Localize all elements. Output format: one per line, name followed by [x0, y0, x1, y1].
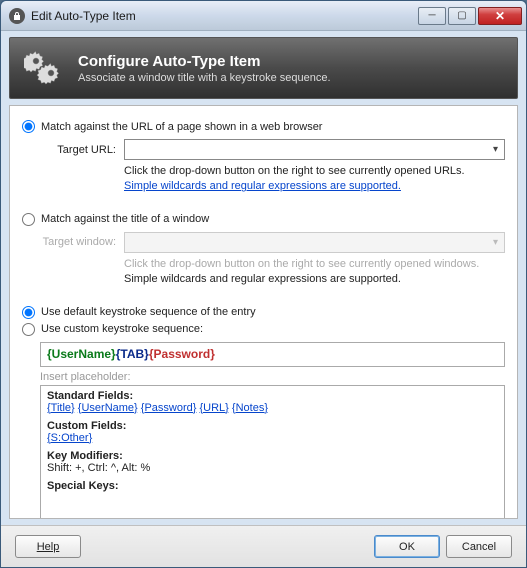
target-url-field-label: Target URL:	[40, 144, 116, 156]
maximize-button[interactable]: ▢	[448, 7, 476, 25]
default-sequence-label: Use default keystroke sequence of the en…	[41, 306, 256, 318]
placeholder-s-other[interactable]: {S:Other}	[47, 432, 92, 444]
titlebar[interactable]: Edit Auto-Type Item ─ ▢ ✕	[1, 1, 526, 31]
button-bar: Help OK Cancel	[1, 525, 526, 567]
placeholder-scroll[interactable]: Standard Fields: {Title} {UserName} {Pas…	[41, 386, 504, 519]
default-sequence-radio[interactable]	[22, 306, 35, 319]
help-button[interactable]: Help	[15, 535, 81, 558]
dialog-window: Edit Auto-Type Item ─ ▢ ✕ Configure Auto…	[0, 0, 527, 568]
app-lock-icon	[9, 8, 25, 24]
gears-icon	[24, 48, 64, 88]
header-band: Configure Auto-Type Item Associate a win…	[9, 37, 518, 99]
url-hint-link[interactable]: Simple wildcards and regular expressions…	[124, 180, 401, 192]
token-username: {UserName}	[47, 347, 116, 361]
content-area: Match against the URL of a page shown in…	[9, 105, 518, 519]
key-modifiers-title: Key Modifiers:	[47, 450, 498, 462]
match-title-label: Match against the title of a window	[41, 213, 209, 225]
target-window-combo	[124, 232, 505, 253]
standard-fields-links: {Title} {UserName} {Password} {URL} {Not…	[47, 402, 498, 414]
keystroke-sequence-input[interactable]: {UserName}{TAB}{Password}	[40, 342, 505, 367]
match-url-label: Match against the URL of a page shown in…	[41, 121, 322, 133]
ok-button[interactable]: OK	[374, 535, 440, 558]
window-hint-1: Click the drop-down button on the right …	[124, 257, 505, 272]
custom-fields-title: Custom Fields:	[47, 420, 498, 432]
header-subtitle: Associate a window title with a keystrok…	[78, 72, 331, 84]
standard-fields-title: Standard Fields:	[47, 390, 498, 402]
custom-sequence-label: Use custom keystroke sequence:	[41, 323, 203, 335]
placeholder-username[interactable]: {UserName}	[78, 402, 138, 414]
special-keys-title: Special Keys:	[47, 480, 498, 492]
target-window-field-label: Target window:	[40, 236, 116, 248]
close-button[interactable]: ✕	[478, 7, 522, 25]
cancel-button[interactable]: Cancel	[446, 535, 512, 558]
placeholder-password[interactable]: {Password}	[141, 402, 197, 414]
placeholder-url[interactable]: {URL}	[200, 402, 229, 414]
match-title-radio-row[interactable]: Match against the title of a window	[22, 213, 505, 226]
insert-placeholder-label: Insert placeholder:	[40, 371, 505, 383]
minimize-button[interactable]: ─	[418, 7, 446, 25]
header-text: Configure Auto-Type Item Associate a win…	[78, 53, 331, 84]
window-controls: ─ ▢ ✕	[418, 7, 522, 25]
target-url-combo[interactable]	[124, 139, 505, 160]
url-hint-text: Click the drop-down button on the right …	[124, 164, 505, 179]
match-title-radio[interactable]	[22, 213, 35, 226]
match-url-radio[interactable]	[22, 120, 35, 133]
placeholder-title[interactable]: {Title}	[47, 402, 75, 414]
window-title: Edit Auto-Type Item	[31, 9, 418, 23]
header-title: Configure Auto-Type Item	[78, 53, 331, 70]
custom-sequence-radio-row[interactable]: Use custom keystroke sequence:	[22, 323, 505, 336]
target-window-row: Target window:	[40, 232, 505, 253]
window-hint-2: Simple wildcards and regular expressions…	[124, 272, 505, 287]
match-url-radio-row[interactable]: Match against the URL of a page shown in…	[22, 120, 505, 133]
placeholder-notes[interactable]: {Notes}	[232, 402, 268, 414]
key-modifiers-text: Shift: +, Ctrl: ^, Alt: %	[47, 462, 498, 474]
token-password: {Password}	[149, 347, 215, 361]
token-tab: {TAB}	[116, 347, 149, 361]
custom-fields-links: {S:Other}	[47, 432, 498, 444]
custom-sequence-radio[interactable]	[22, 323, 35, 336]
default-sequence-radio-row[interactable]: Use default keystroke sequence of the en…	[22, 306, 505, 319]
target-url-row: Target URL:	[40, 139, 505, 160]
placeholder-panel[interactable]: Standard Fields: {Title} {UserName} {Pas…	[40, 385, 505, 519]
